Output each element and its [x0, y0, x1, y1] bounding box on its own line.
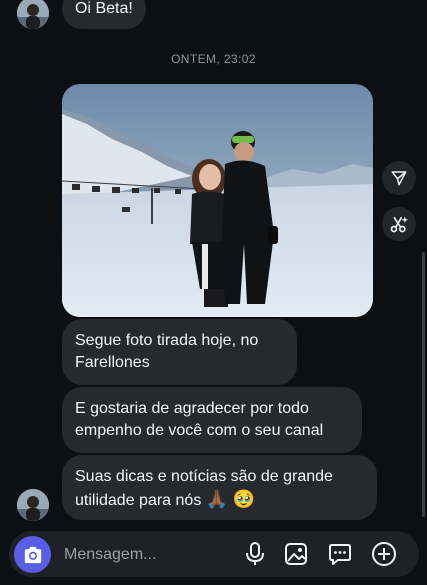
gallery-button[interactable]	[282, 540, 310, 568]
camera-icon	[24, 546, 41, 563]
sticker-button[interactable]	[326, 540, 354, 568]
message-line: empenho de você com o seu canal	[75, 422, 324, 439]
message-line: E gostaria de agradecer por todo	[75, 400, 309, 417]
gallery-icon	[285, 543, 307, 565]
sender-avatar-top[interactable]	[17, 0, 49, 29]
message-bubble-thanks[interactable]: E gostaria de agradecer por todo empenho…	[62, 387, 362, 453]
snow-photo-image	[62, 84, 373, 317]
scissors-sparkle-icon	[390, 216, 409, 233]
message-line: Farellones	[75, 354, 150, 371]
message-composer	[9, 531, 419, 577]
holding-back-tears-emoji: 🥹	[232, 489, 256, 509]
share-button[interactable]	[382, 161, 416, 195]
message-bubble-tips[interactable]: Suas dicas e notícias são de grande util…	[62, 455, 377, 520]
send-icon	[391, 171, 407, 186]
message-bubble-greeting[interactable]: Oi Beta!	[62, 0, 146, 29]
message-line: utilidade para nós 🙏🏾 🥹	[75, 488, 364, 512]
sender-avatar-bottom[interactable]	[17, 489, 49, 521]
timestamp-divider: ONTEM, 23:02	[171, 52, 256, 66]
edit-photo-button[interactable]	[382, 207, 416, 241]
camera-button[interactable]	[14, 536, 51, 573]
chat-scrollbar[interactable]	[422, 252, 425, 517]
message-text: utilidade para nós	[75, 492, 202, 509]
add-button[interactable]	[370, 540, 398, 568]
folded-hands-emoji: 🙏🏾	[205, 489, 229, 509]
microphone-icon	[246, 542, 264, 565]
message-text: Oi Beta!	[75, 0, 133, 17]
sticker-icon	[329, 544, 351, 565]
microphone-button[interactable]	[241, 540, 269, 568]
add-icon	[372, 542, 396, 566]
message-input[interactable]	[62, 541, 236, 569]
message-line: Segue foto tirada hoje, no	[75, 332, 259, 349]
message-line: Suas dicas e notícias são de grande	[75, 468, 333, 485]
message-bubble-photo-caption[interactable]: Segue foto tirada hoje, no Farellones	[62, 319, 297, 385]
photo-message[interactable]	[62, 84, 373, 317]
